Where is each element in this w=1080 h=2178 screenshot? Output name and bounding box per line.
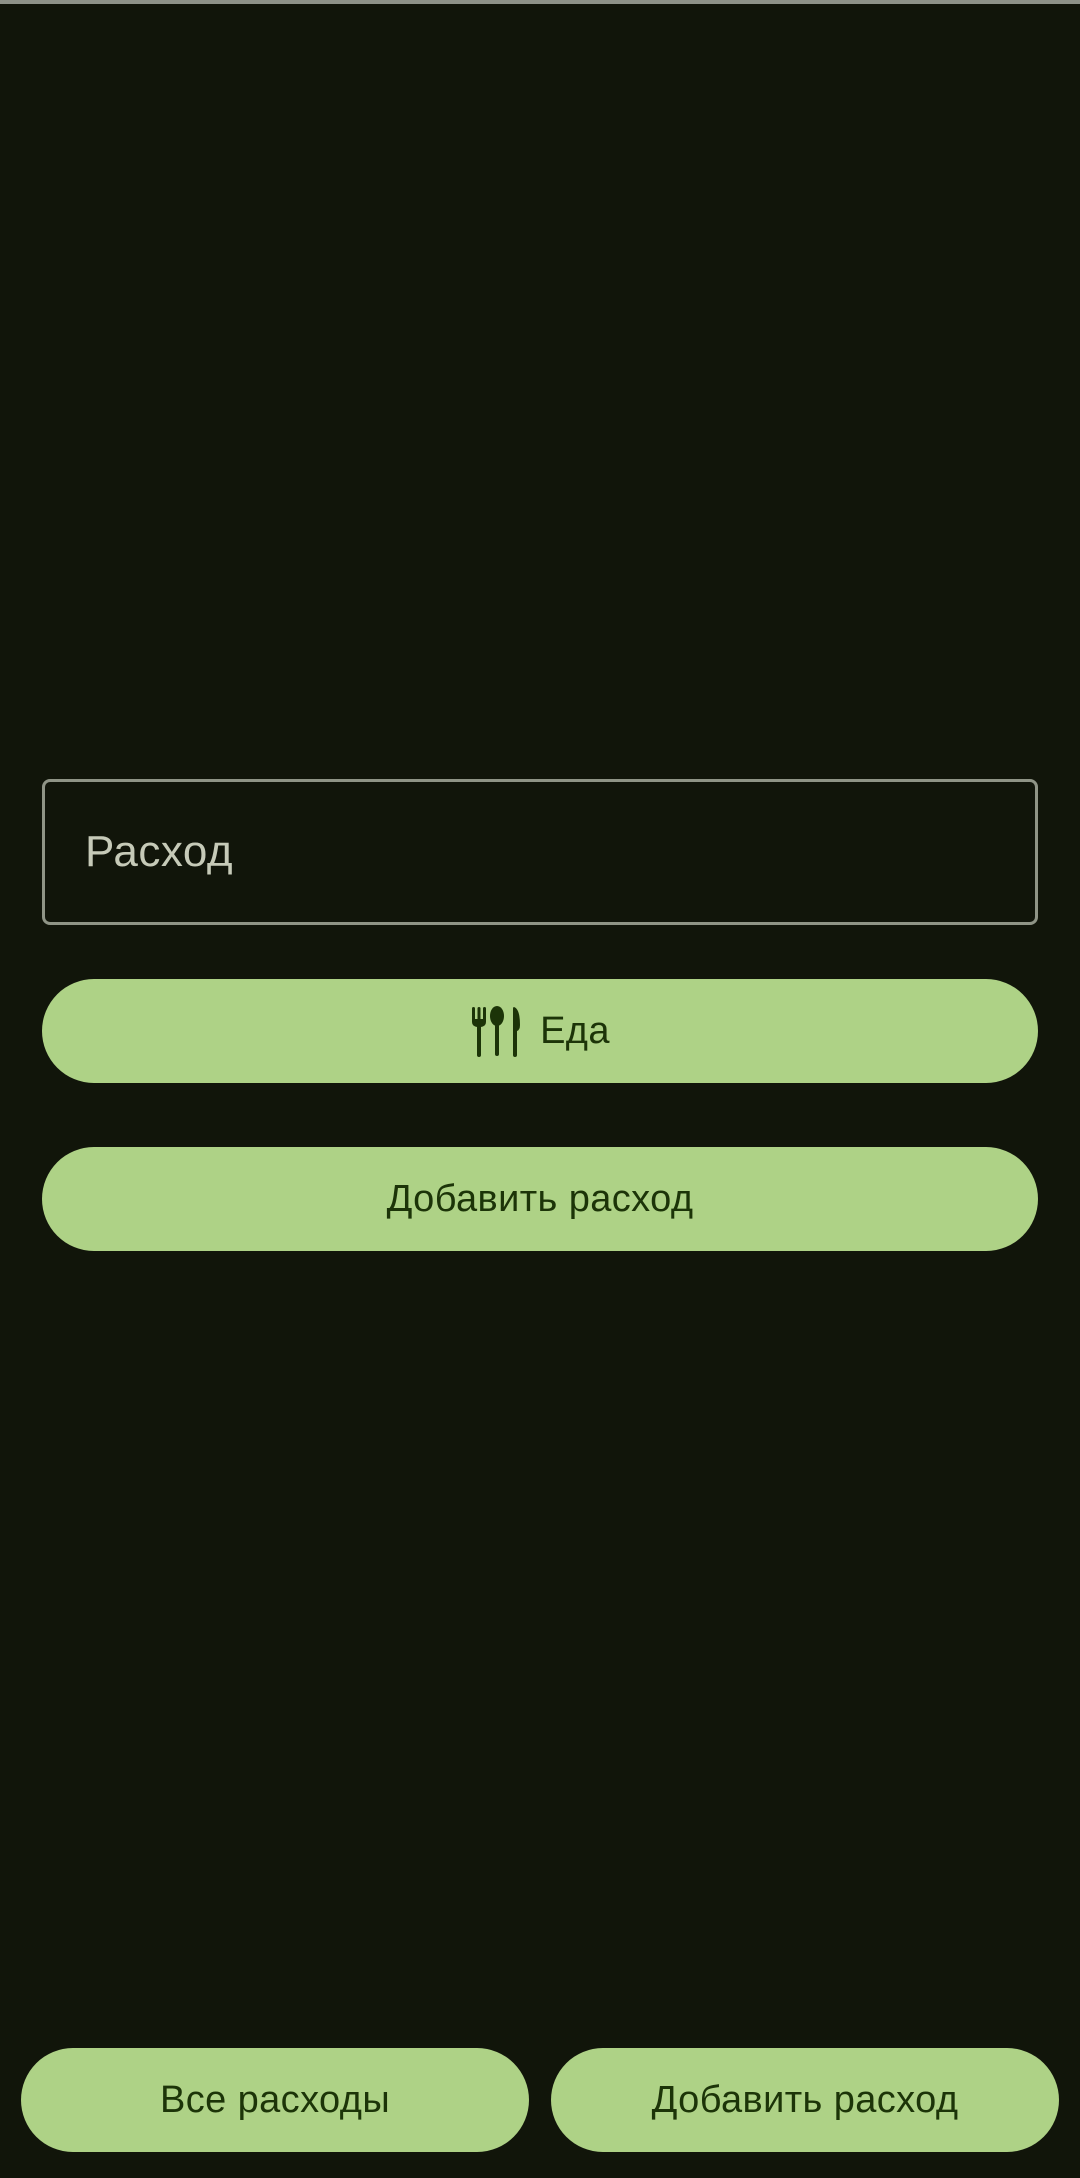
category-button[interactable]: Еда <box>42 979 1038 1083</box>
restaurant-icon <box>470 1005 521 1057</box>
bottom-add-expense-button[interactable]: Добавить расход <box>551 2048 1059 2152</box>
status-strip <box>0 0 1080 4</box>
add-expense-button[interactable]: Добавить расход <box>42 1147 1038 1251</box>
all-expenses-label: Все расходы <box>159 2078 391 2121</box>
expense-input[interactable] <box>45 782 1035 922</box>
all-expenses-button[interactable]: Все расходы <box>21 2048 529 2152</box>
add-expense-label: Добавить расход <box>386 1177 694 1220</box>
category-label: Еда <box>540 1009 610 1052</box>
expense-screen: Еда Добавить расход Все расходы Добавить… <box>0 0 1080 2178</box>
bottom-add-expense-label: Добавить расход <box>651 2078 959 2121</box>
expense-field[interactable] <box>42 779 1038 925</box>
